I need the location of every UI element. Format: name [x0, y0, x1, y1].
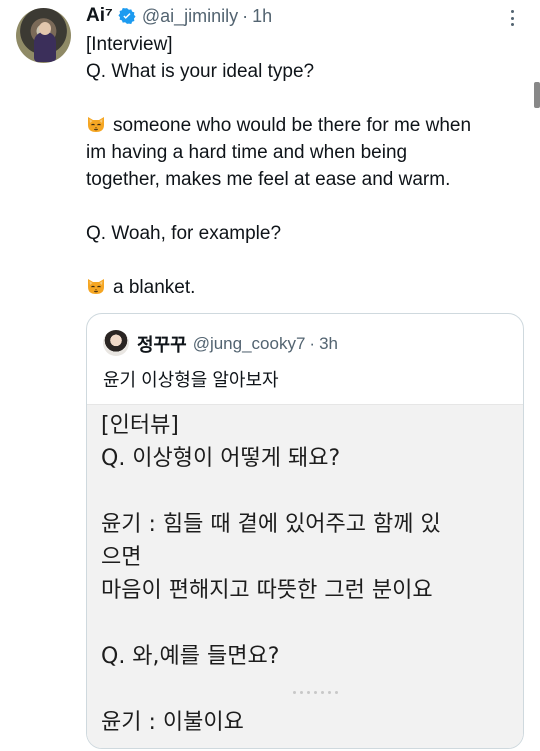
author-avatar[interactable] [16, 8, 71, 63]
more-options-icon[interactable] [504, 8, 520, 28]
text-line-content: a blanket. [113, 277, 196, 298]
quoted-tweet[interactable]: 정꾸꾸 @jung_cooky7 · 3h 윤기 이상형을 알아보자 [인터뷰]… [86, 313, 524, 749]
indicator-dot [335, 691, 338, 694]
text-line: [인터뷰] [101, 409, 511, 442]
text-line: someone who would be there for me when [86, 112, 526, 139]
avatar-face [39, 22, 51, 35]
quoted-author-avatar[interactable] [103, 330, 129, 356]
quoted-image-text: [인터뷰] Q. 이상형이 어떻게 돼요? 윤기 : 힘들 때 곁에 있어주고 함께… [101, 409, 511, 739]
text-line: 윤기 : 힘들 때 곁에 있어주고 함께 있 [101, 508, 511, 541]
quoted-tweet-image[interactable]: [인터뷰] Q. 이상형이 어떻게 돼요? 윤기 : 힘들 때 곁에 있어주고 함께… [87, 404, 523, 748]
quoted-tweet-text: 윤기 이상형을 알아보자 [103, 370, 279, 390]
text-line-content: 윤기 : 이불이요 [101, 710, 244, 735]
image-page-indicator [293, 691, 338, 694]
cat-face-icon [88, 279, 104, 294]
text-line-content: im having a hard time and when being [86, 142, 408, 163]
scrollbar-thumb[interactable] [534, 82, 540, 108]
cat-face-icon [88, 117, 104, 132]
text-line-content: together, makes me feel at ease and warm… [86, 169, 451, 190]
text-line-content: [인터뷰] [101, 413, 179, 438]
text-line-content: 마음이 편해지고 따뜻한 그런 분이요 [101, 578, 433, 603]
indicator-dot [300, 691, 303, 694]
text-line-content: 으면 [101, 545, 142, 570]
text-line: Q. What is your ideal type? [86, 58, 526, 85]
quoted-author-handle[interactable]: @jung_cooky7 [193, 334, 306, 354]
indicator-dot [328, 691, 331, 694]
tweet-time[interactable]: 1h [252, 6, 272, 27]
quoted-tweet-header: 정꾸꾸 @jung_cooky7 · 3h [137, 331, 338, 357]
quoted-author-name[interactable]: 정꾸꾸 [137, 331, 187, 357]
text-line: 윤기 : 이불이요 [101, 706, 511, 739]
more-dot [510, 23, 514, 26]
text-line: [Interview] [86, 31, 526, 58]
tweet-text: [Interview] Q. What is your ideal type? so… [86, 31, 526, 301]
tweet-header: Ai⁷ @ai_jiminily · 1h [86, 4, 272, 28]
text-line: Q. 와,예를 들면요? [101, 640, 511, 673]
text-line: a blanket. [86, 274, 526, 301]
text-line-content: Q. 와,예를 들면요? [101, 644, 280, 669]
indicator-dot [293, 691, 296, 694]
text-line-content: Q. Woah, for example? [86, 223, 282, 244]
author-name[interactable]: Ai⁷ [86, 5, 113, 27]
text-line-content: someone who would be there for me when [113, 115, 472, 136]
avatar-figure [34, 32, 56, 62]
text-line: 으면 [101, 541, 511, 574]
meta-separator: · [242, 5, 249, 26]
text-line-content: 윤기 : 힘들 때 곁에 있어주고 함께 있 [101, 512, 441, 537]
more-dot [510, 16, 514, 20]
text-line-content: Q. 이상형이 어떻게 돼요? [101, 446, 341, 471]
quoted-tweet-time[interactable]: 3h [319, 334, 338, 354]
author-handle[interactable]: @ai_jiminily [142, 6, 238, 27]
indicator-dot [307, 691, 310, 694]
text-line: im having a hard time and when being [86, 139, 526, 166]
text-line-content: [Interview] [86, 34, 173, 55]
text-line: 마음이 편해지고 따뜻한 그런 분이요 [101, 574, 511, 607]
text-line: together, makes me feel at ease and warm… [86, 166, 526, 193]
text-line-content: Q. What is your ideal type? [86, 61, 315, 82]
verified-badge-icon [118, 7, 136, 25]
more-dot [510, 10, 514, 13]
quoted-meta-separator: · [309, 334, 316, 353]
indicator-dot [314, 691, 317, 694]
text-line: Q. 이상형이 어떻게 돼요? [101, 442, 511, 475]
text-line: Q. Woah, for example? [86, 220, 526, 247]
indicator-dot [321, 691, 324, 694]
